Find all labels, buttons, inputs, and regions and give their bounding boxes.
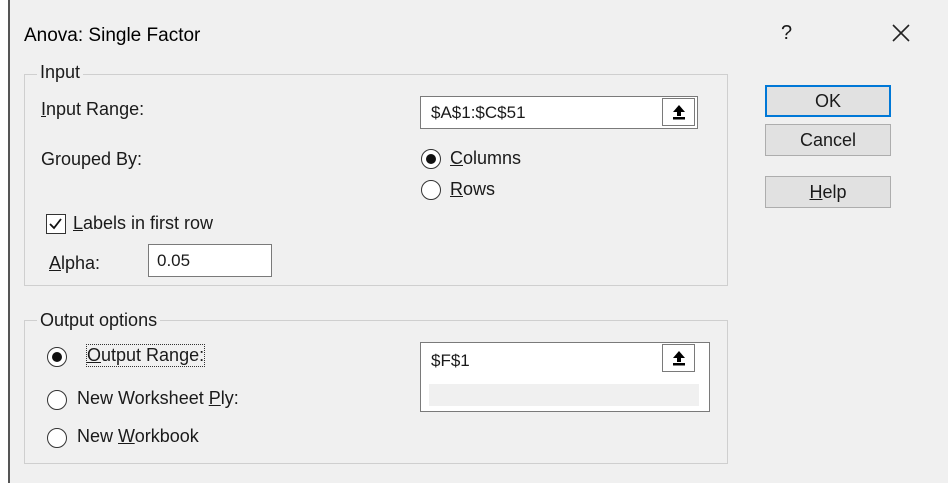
labels-checkbox[interactable] [46, 214, 66, 234]
output-options-legend: Output options [37, 310, 161, 331]
alpha-label: Alpha: [49, 253, 101, 273]
radio-selected-dot [51, 351, 62, 362]
dialog-title: Anova: Single Factor [24, 25, 201, 46]
input-range-value: $A$1:$C$51 [431, 103, 526, 122]
cancel-button[interactable]: Cancel [765, 124, 891, 156]
radio-new-workbook[interactable] [47, 428, 67, 448]
labels-checkbox-label: Labels in first row [73, 213, 214, 233]
radio-rows[interactable] [421, 180, 441, 200]
collapse-dialog-arrow-icon [673, 351, 685, 366]
output-range-value: $F$1 [431, 351, 470, 370]
radio-new-worksheet-ply-label: New Worksheet Ply: [77, 388, 239, 408]
radio-columns[interactable] [421, 149, 441, 169]
worksheet-ply-field[interactable] [429, 384, 699, 406]
radio-selected-dot [425, 153, 436, 164]
radio-output-range[interactable] [47, 347, 67, 367]
input-range-label: Input Range: [41, 99, 145, 119]
alpha-value: 0.05 [157, 251, 191, 270]
ok-button[interactable]: OK [765, 85, 891, 117]
context-help-button[interactable]: ? [781, 22, 792, 45]
input-group-legend: Input [37, 62, 84, 83]
radio-columns-label: Columns [450, 148, 522, 168]
input-range-select-button[interactable] [662, 98, 695, 126]
radio-rows-label: Rows [450, 179, 496, 199]
checkmark-icon [49, 218, 62, 230]
grouped-by-label: Grouped By: [41, 149, 143, 169]
help-button[interactable]: Help [765, 176, 891, 208]
radio-new-worksheet-ply[interactable] [47, 390, 67, 410]
alpha-field[interactable]: 0.05 [148, 244, 272, 277]
radio-output-range-label: Output Range: [85, 344, 206, 367]
output-range-select-button[interactable] [662, 344, 695, 372]
input-range-field[interactable]: $A$1:$C$51 [420, 96, 698, 129]
close-icon[interactable] [886, 18, 916, 48]
collapse-dialog-arrow-icon [673, 105, 685, 120]
radio-new-workbook-label: New Workbook [77, 426, 199, 446]
